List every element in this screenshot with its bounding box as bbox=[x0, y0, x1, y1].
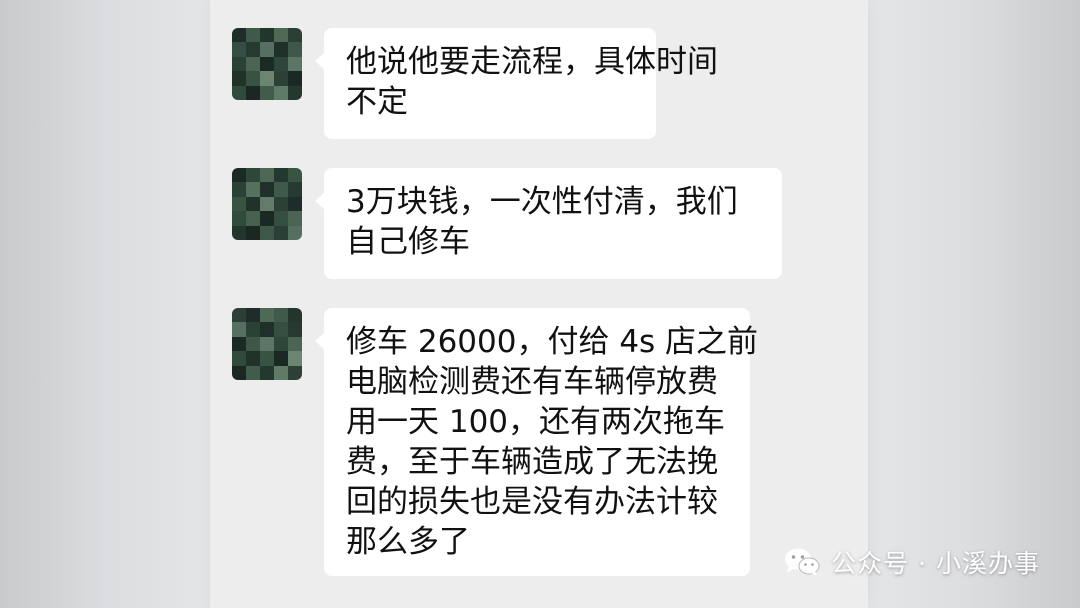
watermark: 公众号 · 小溪办事 bbox=[783, 544, 1040, 580]
avatar[interactable] bbox=[232, 168, 302, 240]
message-text-line: 他说他要走流程，具体时间 bbox=[346, 44, 718, 80]
message-row-3: 修车 26000，付给 4s 店之前 电脑检测费还有车辆停放费 用一天 100，… bbox=[210, 308, 868, 578]
message-text-line: 费，至于车辆造成了无法挽 bbox=[346, 444, 718, 480]
watermark-text: 公众号 · 小溪办事 bbox=[831, 549, 1040, 578]
message-text-line: 3万块钱，一次性付清，我们 bbox=[346, 184, 738, 220]
message-row-1: 他说他要走流程，具体时间 不定 bbox=[210, 28, 868, 140]
message-text-line: 自己修车 bbox=[346, 224, 470, 260]
message-text-line: 不定 bbox=[346, 84, 408, 120]
avatar[interactable] bbox=[232, 308, 302, 380]
message-bubble[interactable]: 修车 26000，付给 4s 店之前 电脑检测费还有车辆停放费 用一天 100，… bbox=[315, 308, 759, 576]
message-bubble[interactable]: 他说他要走流程，具体时间 不定 bbox=[315, 28, 718, 139]
message-row-2: 3万块钱，一次性付清，我们 自己修车 bbox=[210, 168, 868, 280]
message-text-line: 用一天 100，还有两次拖车 bbox=[346, 404, 726, 440]
wechat-logo-icon bbox=[785, 548, 820, 576]
avatar[interactable] bbox=[232, 28, 302, 100]
chat-panel: 他说他要走流程，具体时间 不定 3万块钱，一次性付清，我们 自己修车 修车 26… bbox=[210, 0, 868, 608]
message-text-line: 修车 26000，付给 4s 店之前 bbox=[346, 324, 759, 360]
message-bubble[interactable]: 3万块钱，一次性付清，我们 自己修车 bbox=[315, 168, 782, 279]
message-text-line: 电脑检测费还有车辆停放费 bbox=[346, 364, 718, 400]
message-text-line: 那么多了 bbox=[346, 524, 470, 560]
message-text-line: 回的损失也是没有办法计较 bbox=[346, 484, 718, 520]
